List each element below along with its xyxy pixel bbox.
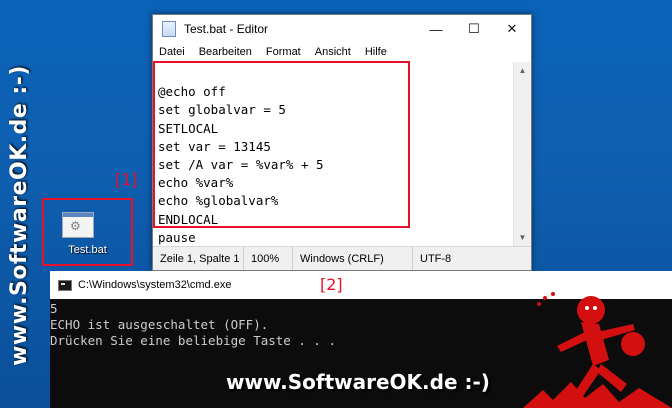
menu-datei[interactable]: Datei: [159, 46, 185, 58]
editor-titlebar[interactable]: Test.bat - Editor — ☐ ✕: [153, 15, 531, 43]
code-line: pause: [158, 229, 196, 245]
code-line: echo %globalvar%: [158, 193, 279, 209]
cmd-title: C:\Windows\system32\cmd.exe: [78, 279, 232, 291]
gear-icon: ⚙: [70, 219, 81, 233]
status-position: Zeile 1, Spalte 1: [160, 252, 240, 265]
code-line: SETLOCAL: [158, 120, 219, 136]
marker-1: [1]: [115, 170, 138, 189]
close-button[interactable]: ✕: [493, 15, 531, 43]
scroll-up-arrow-icon[interactable]: ▲: [514, 62, 531, 79]
code-line: @echo off: [158, 84, 226, 100]
menu-ansicht[interactable]: Ansicht: [315, 46, 351, 58]
editor-textarea[interactable]: @echo off set globalvar = 5 SETLOCAL set va…: [154, 62, 511, 245]
editor-text-area-container: @echo off set globalvar = 5 SETLOCAL set va…: [153, 62, 531, 246]
minimize-button[interactable]: —: [417, 15, 455, 43]
code-line: set globalvar = 5: [158, 102, 286, 118]
menu-format[interactable]: Format: [266, 46, 301, 58]
editor-title: Test.bat - Editor: [184, 22, 269, 36]
cmd-output-line: Drücken Sie eine beliebige Taste . . .: [50, 333, 336, 348]
maximize-button[interactable]: ☐: [455, 15, 493, 43]
side-watermark: www.SoftwareOK.de :-): [4, 40, 34, 390]
cmd-output: 5 ECHO ist ausgeschaltet (OFF). Drücken Si…: [50, 301, 336, 349]
status-zoom: 100%: [243, 247, 292, 270]
cmd-icon: [58, 279, 72, 291]
status-encoding: UTF-8: [412, 247, 531, 270]
cmd-output-line: 5: [50, 301, 58, 316]
vertical-scrollbar[interactable]: ▲ ▼: [513, 62, 531, 246]
scroll-down-arrow-icon[interactable]: ▼: [514, 229, 531, 246]
desktop-icon-test-bat[interactable]: ⚙ Test.bat: [42, 198, 133, 266]
editor-window[interactable]: Test.bat - Editor — ☐ ✕ Datei Bearbeiten…: [152, 14, 532, 271]
editor-menubar: Datei Bearbeiten Format Ansicht Hilfe: [153, 43, 531, 61]
bottom-watermark: www.SoftwareOK.de :-): [226, 370, 490, 394]
batch-file-icon: ⚙: [62, 212, 94, 238]
status-line-endings: Windows (CRLF): [292, 247, 412, 270]
mascot-figure-icon: [523, 292, 672, 408]
editor-statusbar: Zeile 1, Spalte 1 100% Windows (CRLF) UT…: [153, 246, 531, 270]
menu-bearbeiten[interactable]: Bearbeiten: [199, 46, 252, 58]
menu-hilfe[interactable]: Hilfe: [365, 46, 387, 58]
side-watermark-text: www.SoftwareOK.de :-): [6, 64, 32, 366]
code-line: ENDLOCAL: [158, 211, 219, 227]
code-line: echo %var%: [158, 175, 234, 191]
desktop-icon-label: Test.bat: [68, 244, 107, 256]
cmd-output-line: ECHO ist ausgeschaltet (OFF).: [50, 317, 269, 332]
marker-2: [2]: [320, 275, 343, 294]
code-line: set /A var = %var% + 5: [158, 157, 324, 173]
notepad-icon: [162, 21, 176, 37]
code-line: set var = 13145: [158, 138, 271, 154]
